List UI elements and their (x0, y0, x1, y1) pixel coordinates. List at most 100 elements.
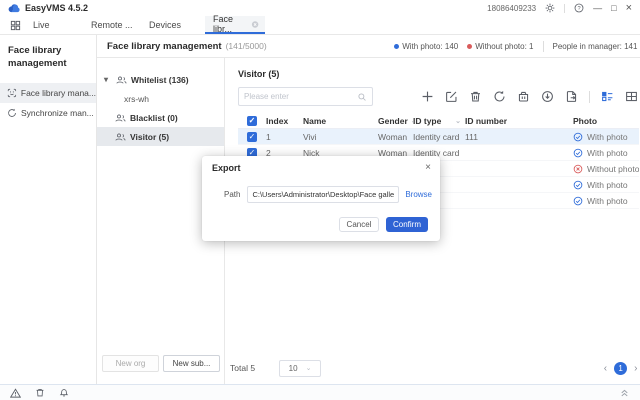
table-header-row: ✓ Index Name Gender⌄ ID type⌄ ID number … (238, 113, 639, 129)
stat-people: People in manager: 141 (553, 42, 638, 51)
filter-caret-icon[interactable]: ⌄ (455, 117, 461, 125)
page-size-select[interactable]: 10 ⌄ (279, 360, 321, 377)
table-footer: Total 5 10 ⌄ ‹ 1 › (225, 352, 640, 384)
confirm-button[interactable]: Confirm (386, 217, 428, 232)
sidebar: Face library management Face library man… (0, 35, 97, 384)
divider (564, 4, 565, 13)
cell-photo: With photo (573, 196, 639, 206)
sidebar-item-label: Face library mana... (21, 88, 96, 98)
people-icon (116, 75, 127, 85)
alarm-warning-icon[interactable] (10, 388, 21, 398)
cancel-button[interactable]: Cancel (339, 217, 379, 232)
people-icon (115, 132, 126, 142)
cloud-logo-icon (8, 3, 21, 13)
stat-without-photo: Without photo: 1 (467, 42, 533, 51)
tab-face-library[interactable]: Face libr... (205, 16, 265, 34)
without-photo-icon (573, 164, 583, 174)
edit-button[interactable] (445, 90, 458, 103)
next-page-button[interactable]: › (634, 363, 637, 374)
total-label: Total 5 (230, 363, 255, 373)
table-view-icon[interactable] (625, 90, 638, 103)
search-box[interactable] (238, 87, 373, 106)
cell-id-number: 111 (465, 132, 573, 142)
divider (589, 91, 590, 103)
minimize-button[interactable]: — (593, 4, 602, 13)
cell-index: 1 (266, 132, 303, 142)
col-name[interactable]: Name (303, 116, 378, 126)
add-button[interactable] (421, 90, 434, 103)
collapse-up-icon[interactable] (619, 387, 630, 398)
cell-photo: With photo (573, 132, 639, 142)
tree-item-xrs-wh[interactable]: xrs-wh (97, 89, 224, 108)
recycle-bin-button[interactable] (517, 90, 530, 103)
delete-button[interactable] (469, 90, 482, 103)
select-all-checkbox[interactable]: ✓ (238, 116, 266, 126)
col-id-number[interactable]: ID number (465, 116, 573, 126)
blue-dot (394, 44, 399, 49)
dialog-close-icon[interactable]: × (425, 163, 431, 173)
col-id-type[interactable]: ID type⌄ (413, 116, 465, 126)
with-photo-icon (573, 196, 583, 206)
tree-item-blacklist[interactable]: Blacklist (0) (97, 108, 224, 127)
app-logo: EasyVMS 4.5.2 (8, 3, 88, 13)
browse-link[interactable]: Browse (405, 190, 432, 199)
cell-gender: Woman (378, 132, 413, 142)
sidebar-item-face-library[interactable]: Face library mana... (0, 83, 96, 103)
cell-photo: With photo (573, 180, 639, 190)
path-input[interactable] (247, 186, 399, 203)
face-scan-icon (7, 88, 17, 98)
help-icon[interactable]: ? (574, 3, 584, 13)
people-icon (115, 113, 126, 123)
account-number: 18086409233 (487, 4, 536, 13)
svg-text:?: ? (578, 6, 581, 12)
sync-icon (7, 108, 17, 118)
recycle-trash-icon[interactable] (35, 387, 45, 398)
export-button[interactable] (565, 90, 578, 103)
with-photo-icon (573, 180, 583, 190)
red-dot (467, 44, 472, 49)
pagination: ‹ 1 › (604, 362, 638, 375)
app-grid-icon[interactable] (10, 20, 21, 31)
app-title: EasyVMS 4.5.2 (25, 3, 88, 13)
title-bar: EasyVMS 4.5.2 18086409233 ? — □ × (0, 0, 640, 16)
new-org-button[interactable]: New org (102, 355, 159, 372)
tab-devices[interactable]: Devices (147, 16, 205, 34)
sidebar-item-synchronize[interactable]: Synchronize man... (0, 103, 96, 123)
maximize-button[interactable]: □ (611, 4, 616, 13)
caret-down-icon[interactable]: ▾ (104, 75, 112, 84)
cell-photo: With photo (573, 148, 639, 158)
page-count: (141/5000) (226, 41, 267, 51)
tree-item-visitor[interactable]: Visitor (5) (97, 127, 224, 146)
tree-item-whitelist[interactable]: ▾ Whitelist (136) (97, 70, 224, 89)
col-gender[interactable]: Gender⌄ (378, 116, 413, 126)
with-photo-icon (573, 132, 583, 142)
tab-bar: Live Remote ... Devices Face libr... (0, 16, 640, 35)
page-number[interactable]: 1 (614, 362, 627, 375)
tab-close-icon[interactable] (251, 20, 259, 29)
prev-page-button[interactable]: ‹ (604, 363, 607, 374)
search-icon[interactable] (357, 92, 367, 102)
tab-remote[interactable]: Remote ... (89, 16, 147, 34)
notification-bell-icon[interactable] (59, 387, 69, 398)
col-photo[interactable]: Photo (573, 116, 639, 126)
app-window: EasyVMS 4.5.2 18086409233 ? — □ × Live R… (0, 0, 640, 400)
divider (543, 41, 544, 52)
cell-id-type: Identity card (413, 132, 465, 142)
card-view-icon[interactable] (601, 90, 614, 103)
row-checkbox[interactable]: ✓ (238, 132, 266, 142)
new-sub-button[interactable]: New sub... (163, 355, 220, 372)
chevron-down-icon: ⌄ (306, 364, 312, 372)
refresh-button[interactable] (493, 90, 506, 103)
col-index[interactable]: Index (266, 116, 303, 126)
gear-icon[interactable] (545, 3, 555, 13)
dialog-title: Export (212, 163, 241, 173)
close-button[interactable]: × (626, 3, 632, 14)
sidebar-item-label: Synchronize man... (21, 108, 94, 118)
toolbar (421, 90, 638, 103)
with-photo-icon (573, 148, 583, 158)
tab-live[interactable]: Live (31, 16, 89, 34)
table-row[interactable]: ✓1ViviWomanIdentity card111With photo (238, 129, 639, 145)
import-button[interactable] (541, 90, 554, 103)
stat-with-photo: With photo: 140 (394, 42, 458, 51)
search-input[interactable] (244, 92, 357, 101)
